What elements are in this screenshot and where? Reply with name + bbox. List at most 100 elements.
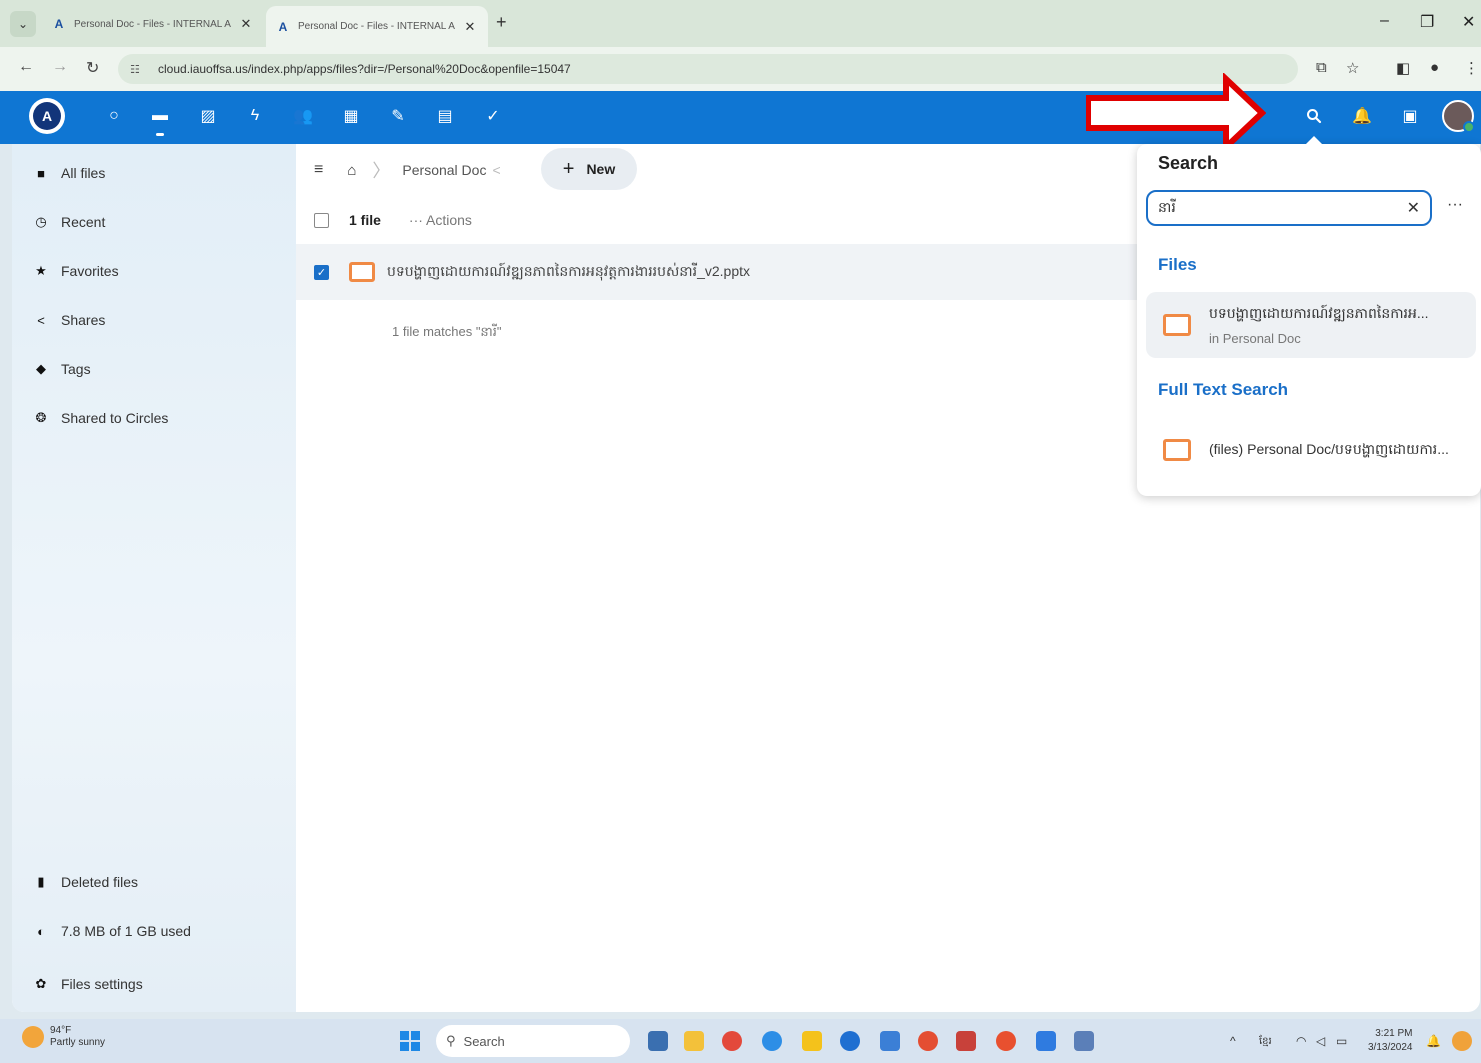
circles-icon: ❂ — [35, 410, 47, 425]
sidebar-item-files-settings[interactable]: ✿ Files settings — [12, 964, 296, 1004]
close-window-icon[interactable]: ✕ — [1462, 12, 1475, 32]
task-view-icon[interactable] — [648, 1031, 668, 1051]
file-name[interactable]: បទបង្ហាញដោយការណ៍វឌ្ឍនភាពនៃការអនុវត្តការង… — [387, 262, 750, 283]
app-icon[interactable] — [880, 1031, 900, 1051]
weather-widget[interactable]: 94°F Partly sunny — [22, 1025, 105, 1049]
profile-icon[interactable]: ● — [1430, 59, 1439, 76]
deck-icon[interactable]: ▤ — [434, 105, 456, 127]
bookmark-star-icon[interactable]: ☆ — [1346, 59, 1359, 77]
contacts-icon[interactable]: 👥 — [292, 105, 314, 127]
sidebar-item-all-files[interactable]: ■ All files — [12, 153, 296, 193]
chrome-icon[interactable] — [722, 1031, 742, 1051]
close-tab-icon[interactable]: ✕ — [462, 19, 478, 35]
notes-icon[interactable]: ✎ — [387, 105, 409, 127]
powerpoint-icon[interactable] — [956, 1031, 976, 1051]
home-icon[interactable]: ⌂ — [347, 162, 356, 179]
new-button[interactable]: + New — [541, 148, 637, 190]
back-icon[interactable]: ← — [18, 58, 34, 76]
browser-tab-active[interactable]: A Personal Doc - Files - INTERNAL A ✕ — [266, 6, 488, 47]
tag-icon: ◆ — [36, 361, 46, 376]
taskbar-clock[interactable]: 3:21 PM 3/13/2024 — [1368, 1027, 1413, 1055]
windows-start-icon[interactable] — [400, 1031, 420, 1051]
calendar-icon[interactable]: ▦ — [340, 105, 362, 127]
sidebar-item-shared-to-circles[interactable]: ❂ Shared to Circles — [12, 398, 296, 438]
photos-icon[interactable]: ▨ — [197, 105, 219, 127]
language-indicator[interactable]: ខ្មែរ — [1259, 1034, 1272, 1049]
sidebar-item-favorites[interactable]: ★ Favorites — [12, 251, 296, 291]
contacts-menu-icon[interactable]: ▣ — [1399, 105, 1421, 127]
battery-icon[interactable]: ▭ — [1336, 1034, 1347, 1048]
notification-bell-icon[interactable]: 🔔 — [1426, 1034, 1441, 1048]
minimize-icon[interactable]: – — [1380, 12, 1389, 30]
popup-caret — [1306, 136, 1322, 144]
sidebar-item-recent[interactable]: ◷ Recent — [12, 202, 296, 242]
taskbar-search[interactable]: ⚲ Search — [436, 1025, 630, 1057]
notifications-icon[interactable]: 🔔 — [1351, 105, 1373, 127]
breadcrumb-folder[interactable]: Personal Doc — [402, 162, 486, 178]
files-app-icon[interactable]: ▬ — [149, 105, 171, 136]
search-match-count: 1 file matches "នារី" — [392, 324, 502, 339]
tasks-icon[interactable]: ✓ — [482, 105, 504, 127]
search-title: Search — [1158, 153, 1219, 173]
search-result-fulltext[interactable]: (files) Personal Doc/បទបង្ហាញដោយការ... — [1146, 417, 1476, 483]
browser-tab[interactable]: A Personal Doc - Files - INTERNAL A ✕ — [42, 8, 264, 40]
sticky-notes-icon[interactable] — [802, 1031, 822, 1051]
gear-icon: ✿ — [35, 976, 47, 991]
activity-icon[interactable]: ϟ — [244, 105, 266, 127]
share-folder-icon[interactable]: < — [492, 162, 500, 178]
app-icon[interactable] — [918, 1031, 938, 1051]
app-icon[interactable] — [1036, 1031, 1056, 1051]
toggle-sidebar-icon[interactable]: ≡ — [314, 161, 323, 179]
search-icon: ⚲ — [446, 1033, 456, 1048]
tab-search-chevron-icon[interactable]: ⌄ — [10, 11, 36, 37]
pie-chart-icon: ◐ — [37, 923, 45, 939]
files-sidebar: ■ All files ◷ Recent ★ Favorites < Share… — [12, 144, 296, 1012]
reload-icon[interactable]: ↻ — [86, 58, 99, 78]
presentation-file-icon — [349, 262, 375, 282]
app-logo[interactable]: A — [29, 98, 65, 134]
url-text: cloud.iauoffsa.us/index.php/apps/files?d… — [158, 62, 571, 76]
site-info-icon[interactable]: ☷ — [130, 63, 150, 76]
status-online-icon — [1463, 121, 1475, 133]
sidebar-item-tags[interactable]: ◆ Tags — [12, 349, 296, 389]
actions-button[interactable]: ··· Actions — [409, 212, 472, 228]
telegram-icon[interactable] — [762, 1031, 782, 1051]
new-tab-icon[interactable]: + — [496, 12, 507, 33]
windows-taskbar: 94°F Partly sunny ⚲ Search ^ ខ្មែរ ◠ ◁ ▭ … — [0, 1019, 1481, 1063]
forward-icon[interactable]: → — [52, 58, 68, 76]
sidebar-item-deleted-files[interactable]: ▮ Deleted files — [12, 862, 296, 902]
file-explorer-icon[interactable] — [684, 1031, 704, 1051]
chrome-profile-icon[interactable] — [996, 1031, 1016, 1051]
clear-search-icon[interactable]: ✕ — [1407, 198, 1420, 218]
search-icon[interactable] — [1303, 105, 1325, 127]
select-all-checkbox[interactable] — [314, 212, 329, 228]
volume-icon[interactable]: ◁ — [1316, 1034, 1325, 1048]
storage-quota[interactable]: ◐ 7.8 MB of 1 GB used — [12, 911, 296, 951]
copilot-icon[interactable] — [1452, 1031, 1472, 1051]
site-favicon-icon: A — [278, 19, 288, 34]
weather-sun-icon — [22, 1026, 44, 1048]
annotation-arrow-icon — [1086, 73, 1266, 153]
search-result-file[interactable]: បទបង្ហាញដោយការណ៍វឌ្ឍនភាពនៃការអ... in Per… — [1146, 292, 1476, 358]
row-checkbox[interactable]: ✓ — [314, 264, 329, 280]
breadcrumb: ≡ ⌂ 〉 Personal Doc < — [296, 144, 1116, 196]
folder-icon: ■ — [37, 165, 45, 181]
side-panel-icon[interactable]: ◧ — [1396, 59, 1410, 77]
install-app-icon[interactable]: ⧉ — [1316, 59, 1327, 76]
clock-icon: ◷ — [35, 214, 47, 229]
tray-chevron-icon[interactable]: ^ — [1230, 1034, 1236, 1048]
browser-menu-icon[interactable]: ⋮ — [1464, 59, 1479, 77]
browser-tab-strip: ⌄ A Personal Doc - Files - INTERNAL A ✕ … — [0, 0, 1481, 47]
trash-icon: ▮ — [37, 874, 45, 889]
search-filters-menu-icon[interactable]: ··· — [1447, 196, 1463, 214]
dashboard-icon[interactable]: ○ — [103, 105, 125, 127]
app-icon[interactable] — [1074, 1031, 1094, 1051]
full-text-search-heading: Full Text Search — [1158, 380, 1289, 399]
user-avatar[interactable] — [1442, 100, 1475, 133]
wifi-icon[interactable]: ◠ — [1296, 1034, 1306, 1048]
close-tab-icon[interactable]: ✕ — [238, 16, 254, 32]
sidebar-item-shares[interactable]: < Shares — [12, 300, 296, 340]
restore-icon[interactable]: ❐ — [1420, 12, 1434, 32]
edge-icon[interactable] — [840, 1031, 860, 1051]
search-input[interactable]: នារី ✕ — [1146, 190, 1432, 226]
